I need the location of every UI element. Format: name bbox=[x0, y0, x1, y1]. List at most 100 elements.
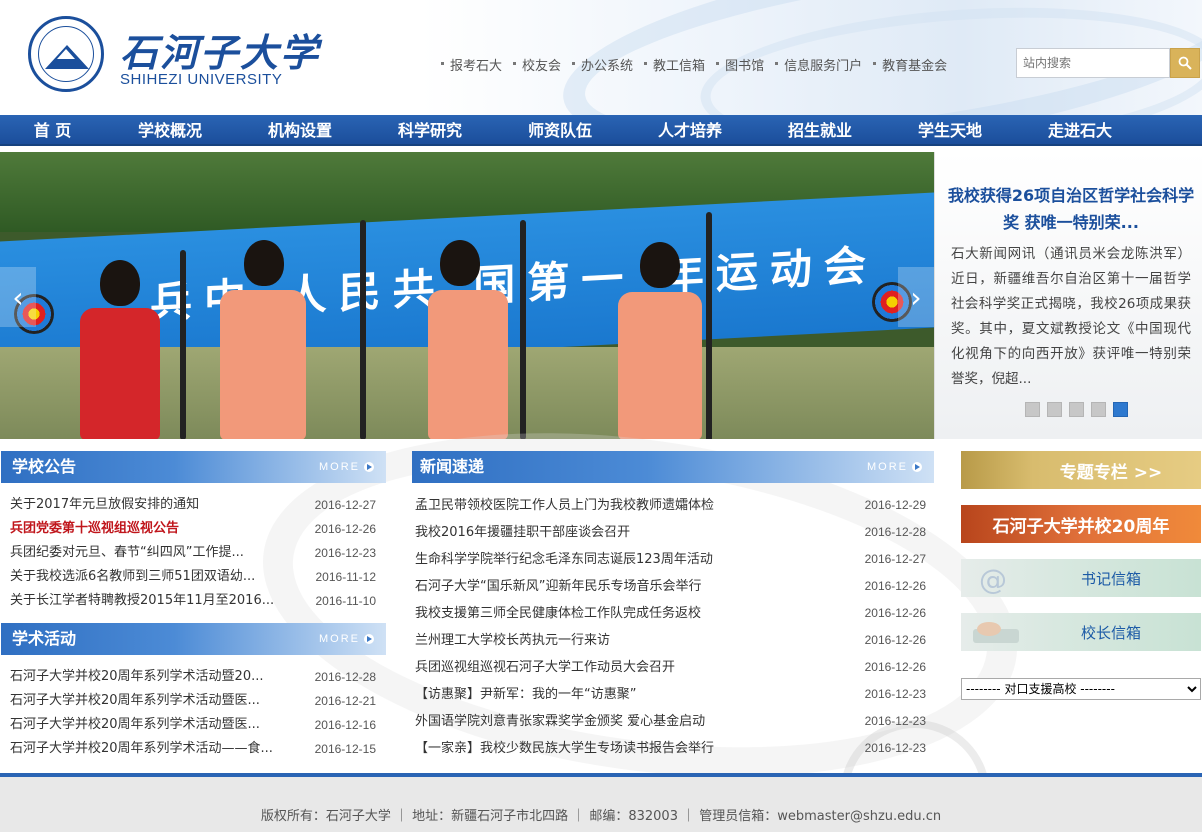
nav-organization[interactable]: 机构设置 bbox=[235, 115, 365, 146]
top-link-alumni[interactable]: 校友会 bbox=[510, 55, 569, 74]
academic-item[interactable]: 石河子大学并校20周年系列学术活动暨医... 2016-12-16 bbox=[10, 713, 376, 737]
svg-text:@: @ bbox=[979, 563, 1007, 595]
search-icon bbox=[1178, 56, 1192, 70]
academic-item-title[interactable]: 石河子大学并校20周年系列学术活动暨20... bbox=[10, 665, 263, 689]
top-links: 报考石大 校友会 办公系统 教工信箱 图书馆 信息服务门户 教育基金会 bbox=[438, 55, 955, 74]
news-item[interactable]: 兰州理工大学校长芮执元一行来访 2016-12-26 bbox=[415, 627, 926, 654]
news-item-title[interactable]: 【一家亲】我校少数民族大学生专场读书报告会举行 bbox=[415, 735, 714, 762]
site-header: 石河子大学 SHIHEZI UNIVERSITY 报考石大 校友会 办公系统 教… bbox=[0, 0, 1202, 115]
anniversary-banner[interactable]: 石河子大学并校20周年 bbox=[961, 505, 1201, 543]
news-item-title[interactable]: 【访惠聚】尹新军：我的一年“访惠聚” bbox=[415, 681, 636, 708]
academic-item-date: 2016-12-28 bbox=[314, 670, 376, 684]
announcement-item-title[interactable]: 兵团纪委对元旦、春节“纠四风”工作提... bbox=[10, 541, 244, 565]
top-link-staff-mail[interactable]: 教工信箱 bbox=[641, 55, 713, 74]
news-title: 新闻速递 bbox=[420, 457, 485, 476]
news-item[interactable]: 生命科学学院举行纪念毛泽东同志诞辰123周年活动 2016-12-27 bbox=[415, 546, 926, 573]
keyboard-hand-icon bbox=[973, 622, 1019, 643]
news-item-title[interactable]: 兰州理工大学校长芮执元一行来访 bbox=[415, 627, 610, 654]
announcements-title: 学校公告 bbox=[12, 457, 77, 476]
secretary-mailbox-button[interactable]: @ 书记信箱 bbox=[961, 559, 1201, 597]
slide-dot[interactable] bbox=[1091, 402, 1106, 417]
footer-copyright: 版权所有：石河子大学 ｜ 地址：新疆石河子市北四路 ｜ 邮编：832003 ｜ … bbox=[260, 809, 942, 824]
nav-faculty[interactable]: 师资队伍 bbox=[495, 115, 625, 146]
slide-dot[interactable] bbox=[1025, 402, 1040, 417]
banner-slideshow[interactable]: 兵中 人民共 国第一 年运动会 ‹ › bbox=[0, 152, 934, 439]
academic-item[interactable]: 石河子大学并校20周年系列学术活动暨医... 2016-12-21 bbox=[10, 689, 376, 713]
news-item[interactable]: 【访惠聚】尹新军：我的一年“访惠聚” 2016-12-23 bbox=[415, 681, 926, 708]
news-item-title[interactable]: 孟卫民带领校医院工作人员上门为我校教师遗孀体检 bbox=[415, 492, 714, 519]
news-item-title[interactable]: 我校支援第三师全民健康体检工作队完成任务返校 bbox=[415, 600, 701, 627]
academic-title: 学术活动 bbox=[12, 629, 77, 648]
announcement-item-title[interactable]: 兵团党委第十巡视组巡视公告 bbox=[10, 517, 179, 541]
academic-item-title[interactable]: 石河子大学并校20周年系列学术活动暨医... bbox=[10, 689, 260, 713]
news-item[interactable]: 我校支援第三师全民健康体检工作队完成任务返校 2016-12-26 bbox=[415, 600, 926, 627]
news-item-title[interactable]: 石河子大学“国乐新风”迎新年民乐专场音乐会举行 bbox=[415, 573, 701, 600]
nav-education[interactable]: 人才培养 bbox=[625, 115, 755, 146]
news-item[interactable]: 石河子大学“国乐新风”迎新年民乐专场音乐会举行 2016-12-26 bbox=[415, 573, 926, 600]
academic-item-title[interactable]: 石河子大学并校20周年系列学术活动——食... bbox=[10, 737, 273, 761]
news-item-date: 2016-12-26 bbox=[864, 606, 926, 620]
announcement-item-date: 2016-12-27 bbox=[314, 498, 376, 512]
email-at-icon: @ bbox=[979, 563, 1007, 595]
nav-about[interactable]: 学校概况 bbox=[105, 115, 235, 146]
nav-students[interactable]: 学生天地 bbox=[885, 115, 1015, 146]
president-mailbox-button[interactable]: 校长信箱 bbox=[961, 613, 1201, 651]
slide-dot-active[interactable] bbox=[1113, 402, 1128, 417]
news-item[interactable]: 【一家亲】我校少数民族大学生专场读书报告会举行 2016-12-23 bbox=[415, 735, 926, 762]
news-item[interactable]: 外国语学院刘意青张家霖奖学金颁奖 爱心基金启动 2016-12-23 bbox=[415, 708, 926, 735]
announcement-item[interactable]: 兵团党委第十巡视组巡视公告 2016-12-26 bbox=[10, 517, 376, 541]
announcement-item-date: 2016-12-26 bbox=[314, 522, 376, 536]
slide-dot[interactable] bbox=[1047, 402, 1062, 417]
search-input[interactable] bbox=[1016, 48, 1170, 78]
arrow-circle-icon bbox=[364, 462, 374, 472]
top-link-info-portal[interactable]: 信息服务门户 bbox=[772, 55, 870, 74]
announcement-item[interactable]: 关于2017年元旦放假安排的通知 2016-12-27 bbox=[10, 493, 376, 517]
announcement-item[interactable]: 关于我校选派6名教师到三师51团双语幼... 2016-11-12 bbox=[10, 565, 376, 589]
announcement-item-date: 2016-12-23 bbox=[314, 546, 376, 560]
slide-dot[interactable] bbox=[1069, 402, 1084, 417]
news-item-title[interactable]: 我校2016年援疆挂职干部座谈会召开 bbox=[415, 519, 630, 546]
special-topics-button[interactable]: 专题专栏 >> bbox=[961, 451, 1201, 489]
news-item-date: 2016-12-26 bbox=[864, 579, 926, 593]
announcement-item[interactable]: 关于长江学者特聘教授2015年11月至2016... 2016-11-10 bbox=[10, 589, 376, 613]
academic-more-link[interactable]: MORE bbox=[319, 633, 374, 645]
logo-english-name[interactable]: SHIHEZI UNIVERSITY bbox=[120, 71, 282, 88]
top-link-office-system[interactable]: 办公系统 bbox=[569, 55, 641, 74]
announcement-item-date: 2016-11-10 bbox=[315, 594, 377, 608]
nav-home[interactable]: 首 页 bbox=[0, 115, 105, 146]
academic-item[interactable]: 石河子大学并校20周年系列学术活动暨20... 2016-12-28 bbox=[10, 665, 376, 689]
news-item-date: 2016-12-23 bbox=[864, 714, 926, 728]
news-more-link[interactable]: MORE bbox=[867, 461, 922, 473]
top-link-library[interactable]: 图书馆 bbox=[713, 55, 772, 74]
partner-university-select[interactable]: -------- 对口支援高校 -------- bbox=[961, 678, 1201, 700]
nav-explore[interactable]: 走进石大 bbox=[1015, 115, 1145, 146]
nav-admissions-jobs[interactable]: 招生就业 bbox=[755, 115, 885, 146]
search-button[interactable] bbox=[1170, 48, 1200, 78]
university-seal-logo[interactable] bbox=[28, 16, 104, 92]
news-item-title[interactable]: 兵团巡视组巡视石河子大学工作动员大会召开 bbox=[415, 654, 675, 681]
main-nav: 首 页 学校概况 机构设置 科学研究 师资队伍 人才培养 招生就业 学生天地 走… bbox=[0, 115, 1202, 146]
news-item-date: 2016-12-23 bbox=[864, 741, 926, 755]
news-item[interactable]: 兵团巡视组巡视石河子大学工作动员大会召开 2016-12-26 bbox=[415, 654, 926, 681]
featured-news-title[interactable]: 我校获得26项自治区哲学社会科学奖 获唯一特别荣... bbox=[947, 182, 1195, 236]
announcement-item-title[interactable]: 关于我校选派6名教师到三师51团双语幼... bbox=[10, 565, 255, 589]
news-item[interactable]: 我校2016年援疆挂职干部座谈会召开 2016-12-28 bbox=[415, 519, 926, 546]
top-link-education-fund[interactable]: 教育基金会 bbox=[870, 55, 955, 74]
logo-chinese-name[interactable]: 石河子大学 bbox=[120, 22, 320, 77]
academic-item[interactable]: 石河子大学并校20周年系列学术活动——食... 2016-12-15 bbox=[10, 737, 376, 761]
announcement-item-title[interactable]: 关于长江学者特聘教授2015年11月至2016... bbox=[10, 589, 274, 613]
news-list: 孟卫民带领校医院工作人员上门为我校教师遗孀体检 2016-12-29 我校2016年… bbox=[415, 492, 926, 762]
arrow-circle-icon bbox=[912, 462, 922, 472]
banner-next-button[interactable]: › bbox=[898, 267, 934, 327]
news-item-date: 2016-12-23 bbox=[864, 687, 926, 701]
academic-item-title[interactable]: 石河子大学并校20周年系列学术活动暨医... bbox=[10, 713, 260, 737]
top-link-admissions[interactable]: 报考石大 bbox=[438, 55, 510, 74]
announcement-item[interactable]: 兵团纪委对元旦、春节“纠四风”工作提... 2016-12-23 bbox=[10, 541, 376, 565]
announcement-item-title[interactable]: 关于2017年元旦放假安排的通知 bbox=[10, 493, 199, 517]
nav-research[interactable]: 科学研究 bbox=[365, 115, 495, 146]
announcements-more-link[interactable]: MORE bbox=[319, 461, 374, 473]
news-item[interactable]: 孟卫民带领校医院工作人员上门为我校教师遗孀体检 2016-12-29 bbox=[415, 492, 926, 519]
news-item-title[interactable]: 生命科学学院举行纪念毛泽东同志诞辰123周年活动 bbox=[415, 546, 713, 573]
news-item-title[interactable]: 外国语学院刘意青张家霖奖学金颁奖 爱心基金启动 bbox=[415, 708, 705, 735]
banner-prev-button[interactable]: ‹ bbox=[0, 267, 36, 327]
